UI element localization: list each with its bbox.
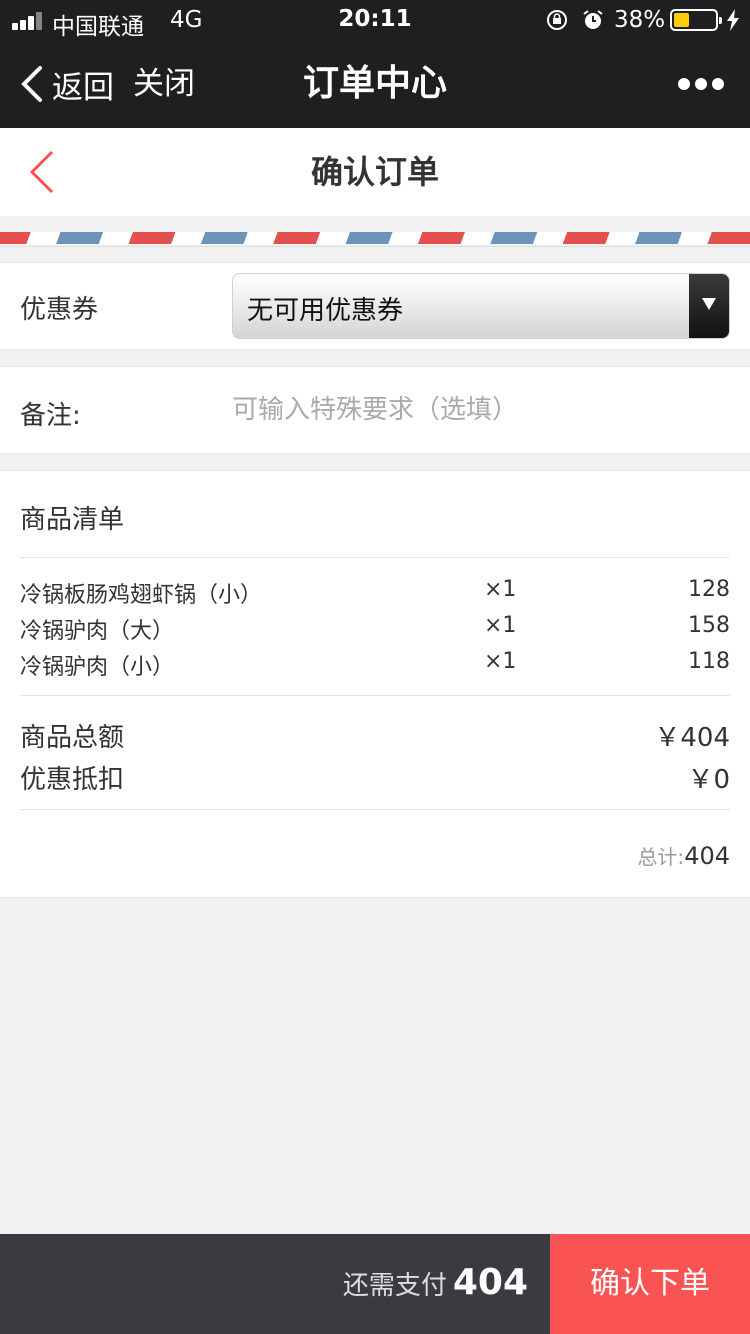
page-title: 确认订单	[310, 153, 439, 191]
discount-row: 优惠抵扣 ￥0	[20, 757, 730, 797]
wechat-nav-bar: 返回 关闭 订单中心	[0, 40, 750, 128]
amount-due-label: 还需支付	[342, 1271, 447, 1301]
subtotal-value: ￥404	[654, 723, 730, 753]
alarm-icon	[583, 10, 603, 29]
goods-heading: 商品清单	[20, 505, 125, 535]
total-row: 总计:404	[637, 841, 730, 870]
item-qty: ×1	[484, 649, 517, 674]
discount-value: ￥0	[687, 765, 730, 795]
coupon-select[interactable]: 无可用优惠券	[232, 273, 730, 339]
amount-due: 还需支付 404	[343, 1262, 528, 1303]
status-bar: 中国联通 4G 20:11 38%	[0, 0, 750, 40]
list-item: 冷锅驴肉（小） ×1 118	[20, 645, 730, 681]
remark-input[interactable]	[232, 387, 730, 433]
item-price: 128	[688, 577, 730, 602]
battery-icon	[670, 9, 722, 31]
subtotal-label: 商品总额	[20, 723, 125, 753]
item-qty: ×1	[484, 577, 517, 602]
coupon-section: 优惠券 无可用优惠券	[0, 262, 750, 350]
item-name: 冷锅板肠鸡翅虾锅（小）	[20, 583, 263, 608]
total-label: 总计:	[637, 845, 685, 869]
list-item: 冷锅板肠鸡翅虾锅（小） ×1 128	[20, 573, 730, 609]
item-qty: ×1	[484, 613, 517, 638]
item-price: 158	[688, 613, 730, 638]
list-item: 冷锅驴肉（大） ×1 158	[20, 609, 730, 645]
rotation-lock-icon	[547, 10, 567, 30]
coupon-label: 优惠券	[20, 295, 99, 325]
item-name: 冷锅驴肉（小）	[20, 655, 175, 680]
item-price: 118	[688, 649, 730, 674]
subtotal-row: 商品总额 ￥404	[20, 715, 730, 755]
more-dots-icon[interactable]	[678, 78, 724, 90]
battery-percent: 38%	[614, 7, 666, 33]
item-name: 冷锅驴肉（大）	[20, 619, 175, 644]
confirm-order-button[interactable]: 确认下单	[550, 1234, 750, 1334]
divider	[20, 695, 730, 696]
amount-due-value: 404	[452, 1262, 528, 1303]
discount-label: 优惠抵扣	[20, 765, 125, 795]
dropdown-arrow	[689, 274, 729, 338]
bottom-bar: 还需支付 404 确认下单	[0, 1234, 750, 1334]
triangle-down-icon	[702, 298, 716, 310]
remark-section: 备注:	[0, 366, 750, 454]
airmail-stripe	[0, 232, 750, 244]
divider	[20, 557, 730, 558]
total-value: 404	[684, 842, 730, 870]
goods-section: 商品清单 冷锅板肠鸡翅虾锅（小） ×1 128 冷锅驴肉（大） ×1 158 冷…	[0, 470, 750, 898]
remark-label: 备注:	[20, 401, 81, 431]
nav-title: 订单中心	[302, 63, 447, 104]
page-header: 确认订单	[0, 128, 750, 216]
charging-bolt-icon	[727, 9, 739, 31]
coupon-selected-value: 无可用优惠券	[247, 296, 404, 326]
divider	[0, 246, 750, 247]
divider	[20, 809, 730, 810]
